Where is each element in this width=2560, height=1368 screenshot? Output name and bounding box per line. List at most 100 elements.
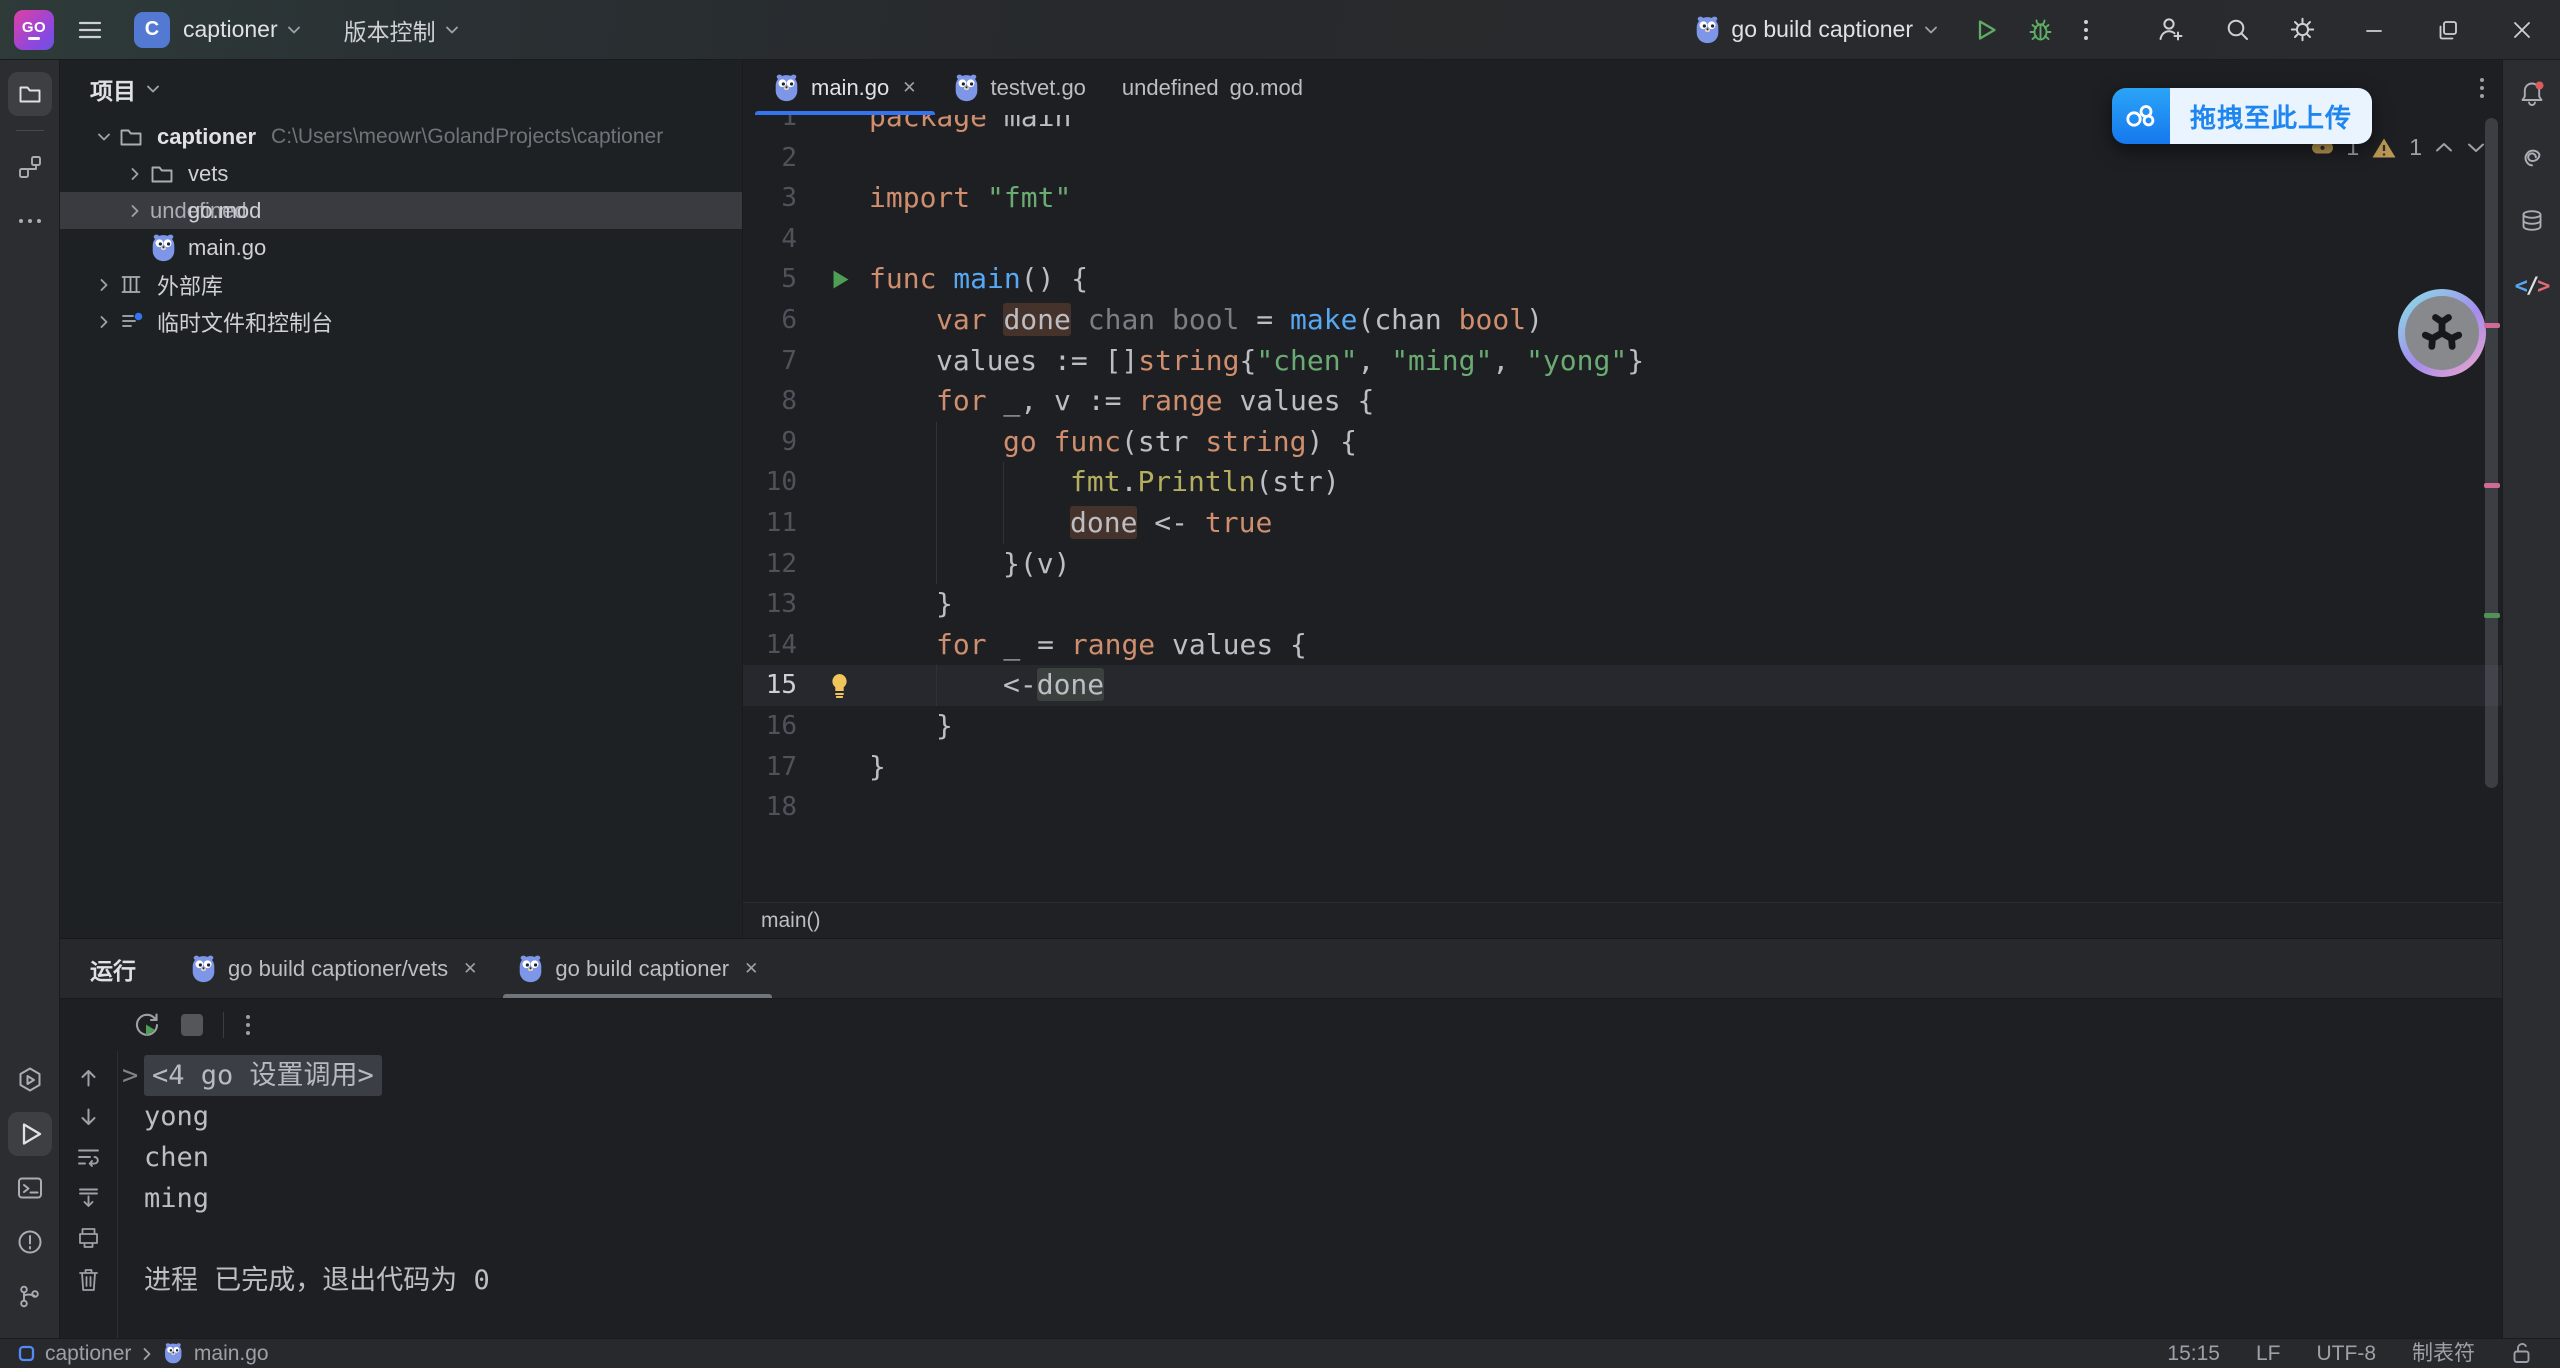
chevron-right-icon[interactable] [119, 203, 150, 219]
indent-style[interactable]: 制表符 [2412, 1339, 2475, 1368]
print-icon[interactable] [75, 1225, 102, 1251]
tool-strip-notifications-icon[interactable] [2512, 74, 2552, 114]
tool-strip-database-icon[interactable] [2512, 202, 2552, 242]
tree-item-captioner[interactable]: captionerC:\Users\meowr\GolandProjects\c… [60, 118, 742, 155]
code-line-7[interactable]: 7values := []string{"chen", "ming", "yon… [743, 341, 2502, 382]
tool-strip-more-tool-windows-icon[interactable] [8, 199, 52, 243]
code-line-3[interactable]: 3import "fmt" [743, 178, 2502, 219]
run-tab[interactable]: go build captioner✕ [497, 939, 778, 998]
intention-bulb-icon[interactable] [809, 665, 869, 706]
close-icon[interactable]: ✕ [902, 78, 916, 98]
code-line-16[interactable]: 16} [743, 706, 2502, 747]
code-editor[interactable]: 1package main23import "fmt"45func main()… [743, 115, 2502, 902]
minimize-button[interactable] [2362, 18, 2386, 42]
stop-button[interactable] [181, 1014, 203, 1036]
status-breadcrumb-file[interactable]: main.go [194, 1339, 269, 1368]
console-options-kebab-icon[interactable] [244, 1011, 252, 1039]
project-avatar[interactable]: C [134, 12, 170, 48]
tree-item-scratches-and-consoles[interactable]: 临时文件和控制台 [60, 303, 742, 340]
chevron-right-icon[interactable] [119, 166, 150, 182]
more-actions-icon[interactable] [2082, 16, 2090, 44]
project-name[interactable]: captioner [183, 16, 278, 43]
run-tab[interactable]: go build captioner/vets✕ [170, 939, 497, 998]
code-line-11[interactable]: 11done <- true [743, 503, 2502, 544]
tree-item-external-libraries[interactable]: 外部库 [60, 266, 742, 303]
tab-options-kebab-icon[interactable] [2478, 60, 2502, 115]
chevron-down-icon[interactable] [145, 83, 161, 95]
next-problem-icon[interactable] [2466, 141, 2486, 154]
breadcrumb-main[interactable]: main() [761, 909, 821, 933]
clear-console-icon[interactable] [76, 1266, 101, 1293]
run-gutter-icon[interactable] [809, 259, 869, 300]
tool-strip-project-icon[interactable] [8, 72, 52, 116]
vcs-widget[interactable]: 版本控制 [344, 13, 460, 47]
tool-strip-run-icon[interactable] [8, 1112, 52, 1156]
code-line-13[interactable]: 13} [743, 584, 2502, 625]
chevron-right-icon[interactable] [88, 277, 119, 293]
close-button[interactable] [2510, 18, 2534, 42]
search-icon[interactable] [2224, 16, 2251, 43]
lock-open-icon[interactable] [2511, 1341, 2534, 1366]
editor-tab-main-go[interactable]: main.go✕ [755, 60, 935, 115]
caret-position[interactable]: 15:15 [2167, 1339, 2220, 1368]
run-console[interactable]: ><4 go 设置调用>yongchenming进程 已完成，退出代码为 0 [118, 1051, 2502, 1338]
code-line-5[interactable]: 5func main() { [743, 259, 2502, 300]
upload-drop-badge[interactable]: 拖拽至此上传 [2112, 88, 2372, 144]
soft-wrap-icon[interactable] [75, 1145, 102, 1170]
tree-item-vets[interactable]: vets [60, 155, 742, 192]
chevron-down-icon[interactable] [286, 24, 302, 36]
status-breadcrumb-project[interactable]: captioner [45, 1339, 131, 1368]
code-line-9[interactable]: 9go func(str string) { [743, 422, 2502, 463]
add-user-icon[interactable] [2156, 16, 2186, 43]
code-line-6[interactable]: 6var done chan bool = make(chan bool) [743, 300, 2502, 341]
code-line-15[interactable]: 15<-done [743, 665, 2502, 706]
chevron-down-icon[interactable] [88, 131, 119, 143]
debug-button[interactable] [2027, 17, 2054, 43]
settings-gear-icon[interactable] [2289, 16, 2316, 43]
code-line-17[interactable]: 17} [743, 747, 2502, 788]
code-line-18[interactable]: 18 [743, 787, 2502, 828]
code-line-8[interactable]: 8for _, v := range values { [743, 381, 2502, 422]
maximize-button[interactable] [2436, 18, 2460, 42]
tool-strip-version-control-icon[interactable] [8, 1274, 52, 1318]
tool-strip-endpoints-icon[interactable]: </> [2512, 266, 2552, 306]
error-stripe-mark[interactable] [2484, 613, 2500, 618]
error-stripe-mark[interactable] [2484, 323, 2500, 328]
editor-tab-go-mod[interactable]: undefinedgo.mod [1104, 60, 1321, 115]
scroll-to-end-icon[interactable] [75, 1185, 102, 1210]
status-widgets: 15:15 LF UTF-8 制表符 [2167, 1339, 2534, 1368]
chevron-right-icon[interactable] [88, 314, 119, 330]
tool-strip-terminal-icon[interactable] [8, 1166, 52, 1210]
scroll-up-icon[interactable] [76, 1065, 101, 1090]
line-number: 14 [743, 625, 809, 666]
tree-item-go-mod[interactable]: undefinedgo.mod [60, 192, 742, 229]
close-icon[interactable]: ✕ [744, 959, 758, 979]
tool-strip-ai-assistant-icon[interactable] [2512, 138, 2552, 178]
tool-strip-structure-icon[interactable] [8, 145, 52, 189]
assistant-floating-button[interactable] [2398, 289, 2486, 377]
tool-strip-problems-icon[interactable] [8, 1220, 52, 1264]
run-button[interactable] [1973, 17, 1999, 43]
line-number: 5 [743, 259, 809, 300]
line-ending[interactable]: LF [2256, 1339, 2281, 1368]
run-panel-title: 运行 [90, 939, 136, 998]
editor-scrollbar[interactable] [2485, 118, 2498, 788]
error-stripe-mark[interactable] [2484, 483, 2500, 488]
main-menu-icon[interactable] [76, 16, 104, 44]
tool-strip-services-icon[interactable] [8, 1058, 52, 1102]
rerun-button[interactable] [132, 1011, 161, 1040]
prev-problem-icon[interactable] [2434, 141, 2454, 154]
encoding[interactable]: UTF-8 [2317, 1339, 2377, 1368]
folded-command[interactable]: <4 go 设置调用> [144, 1055, 382, 1096]
scroll-down-icon[interactable] [76, 1105, 101, 1130]
tree-item-main-go[interactable]: main.go [60, 229, 742, 266]
code-line-12[interactable]: 12}(v) [743, 544, 2502, 585]
editor-tab-testvet-go[interactable]: testvet.go [935, 60, 1104, 115]
run-config-selector[interactable]: go build captioner [1694, 15, 1939, 44]
code-line-10[interactable]: 10fmt.Println(str) [743, 462, 2502, 503]
code-line-14[interactable]: 14for _ = range values { [743, 625, 2502, 666]
fold-toggle-icon[interactable]: > [122, 1055, 144, 1096]
breadcrumb[interactable]: main() [743, 902, 2502, 938]
code-line-4[interactable]: 4 [743, 219, 2502, 260]
close-icon[interactable]: ✕ [463, 959, 477, 979]
